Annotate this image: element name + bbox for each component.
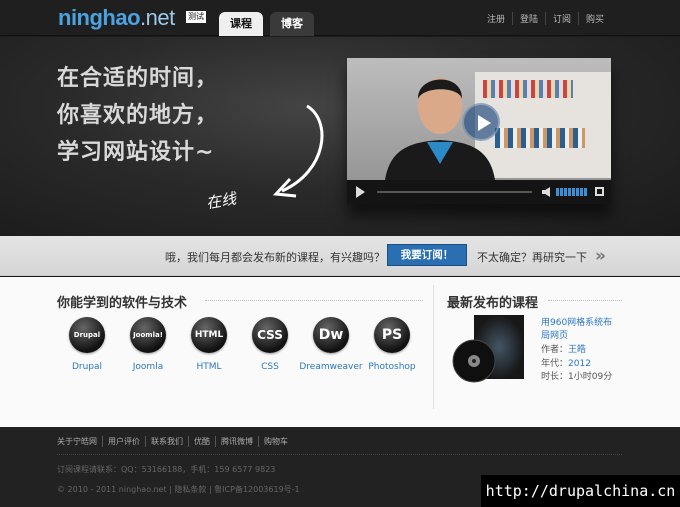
html-logo-icon: HTML <box>191 317 227 353</box>
skill-label: Photoshop <box>368 362 416 372</box>
footer-link-weibo[interactable]: 腾讯微博 <box>215 436 258 447</box>
footer-links: 关于宁皓网 用户评价 联系我们 优酷 腾讯微博 购物车 <box>57 436 293 447</box>
drupal-logo-icon: Drupal <box>69 317 105 353</box>
course-cover-image[interactable] <box>452 315 526 383</box>
footer-contact: 订阅课程请联系：QQ：53166188，手机：159 6577 9823 <box>57 465 276 474</box>
subscribe-button[interactable]: 我要订阅！ <box>387 244 467 266</box>
course-title-link[interactable]: 用960网格系统布局网页 <box>541 317 621 343</box>
slogan-line: 学习网站设计~ <box>57 140 215 165</box>
site-logo[interactable]: ninghao.net <box>58 5 175 31</box>
skill-label: HTML <box>196 362 222 372</box>
latest-course-title: 最新发布的课程 <box>447 296 539 311</box>
register-link[interactable]: 注册 <box>480 12 512 25</box>
column-divider <box>433 285 434 409</box>
footer-link-contact[interactable]: 联系我们 <box>145 436 188 447</box>
video-controls <box>347 180 611 204</box>
skill-label: Dreamweaver <box>299 362 363 372</box>
divider <box>205 300 423 301</box>
skill-drupal[interactable]: Drupal Drupal <box>57 317 117 372</box>
slogan-line: 在合适的时间， <box>57 66 219 91</box>
skill-label: Drupal <box>71 362 103 372</box>
course-author: 作者：王皓 <box>541 345 587 355</box>
skill-label: Joomla <box>132 362 164 372</box>
skill-photoshop[interactable]: PS Photoshop <box>362 317 422 372</box>
volume-slider[interactable] <box>556 188 588 196</box>
intro-video-player[interactable] <box>347 58 611 204</box>
watermark-label: http://drupalchina.cn <box>481 475 680 507</box>
tab-courses[interactable]: 课程 <box>219 12 263 36</box>
subscribe-link[interactable]: 订阅 <box>544 12 578 25</box>
subscribe-question: 哦，我们每月都会发布新的课程，有兴趣吗？ <box>165 251 385 264</box>
skill-dreamweaver[interactable]: Dw Dreamweaver <box>298 317 364 372</box>
handwritten-online-text: 在线 <box>204 189 238 213</box>
joomla-logo-icon: Joomla! <box>130 317 166 353</box>
top-navigation: ninghao.net 测试 课程 博客 注册 登陆 订阅 购买 <box>0 0 680 36</box>
learn-more-link[interactable]: 不太确定？再研究一下 <box>477 249 587 265</box>
skill-html[interactable]: HTML HTML <box>179 317 239 372</box>
volume-icon[interactable] <box>542 187 550 197</box>
skills-title: 你能学到的软件与技术 <box>57 296 188 311</box>
play-icon[interactable] <box>356 186 365 198</box>
slogan-line: 你喜欢的地方， <box>57 103 219 128</box>
skill-label: CSS <box>261 362 279 372</box>
css-logo-icon: CSS <box>252 317 288 353</box>
course-year: 年代：2012 <box>541 359 591 369</box>
play-overlay-button[interactable] <box>462 103 500 141</box>
skill-css[interactable]: CSS CSS <box>240 317 300 372</box>
tab-blog[interactable]: 博客 <box>270 12 314 36</box>
author-link[interactable]: 王皓 <box>568 345 586 355</box>
dreamweaver-logo-icon: Dw <box>313 317 349 353</box>
beta-badge: 测试 <box>186 11 206 23</box>
double-chevron-right-icon[interactable]: » <box>595 246 606 266</box>
footer-copyright: © 2010 - 2011 ninghao.net | 隐私条款 | 鲁ICP备… <box>57 485 300 494</box>
footer-link-youku[interactable]: 优酷 <box>188 436 215 447</box>
main-content: 你能学到的软件与技术 Drupal Drupal Joomla! Joomla … <box>0 277 680 427</box>
video-progress-bar[interactable] <box>377 191 532 193</box>
login-link[interactable]: 登陆 <box>511 12 545 25</box>
hero-slogan: 在合适的时间， 你喜欢的地方， 学习网站设计~ <box>57 60 218 171</box>
skill-joomla[interactable]: Joomla! Joomla <box>118 317 178 372</box>
footer-link-about[interactable]: 关于宁皓网 <box>57 436 102 447</box>
footer-link-cart[interactable]: 购物车 <box>258 436 293 447</box>
curved-arrow-icon <box>272 104 324 198</box>
account-links: 注册 登陆 订阅 购买 <box>480 12 611 25</box>
buy-link[interactable]: 购买 <box>577 12 611 25</box>
footer-link-reviews[interactable]: 用户评价 <box>102 436 145 447</box>
divider <box>548 300 622 301</box>
course-duration: 时长：1小时09分 <box>541 372 613 382</box>
photoshop-logo-icon: PS <box>374 317 410 353</box>
hero-banner: 在合适的时间， 你喜欢的地方， 学习网站设计~ 在线 <box>0 37 680 236</box>
footer-divider <box>57 454 622 455</box>
subscribe-strip: 哦，我们每月都会发布新的课程，有兴趣吗？ 我要订阅！ 不太确定？再研究一下 » <box>0 236 680 276</box>
fullscreen-icon[interactable] <box>595 187 604 196</box>
